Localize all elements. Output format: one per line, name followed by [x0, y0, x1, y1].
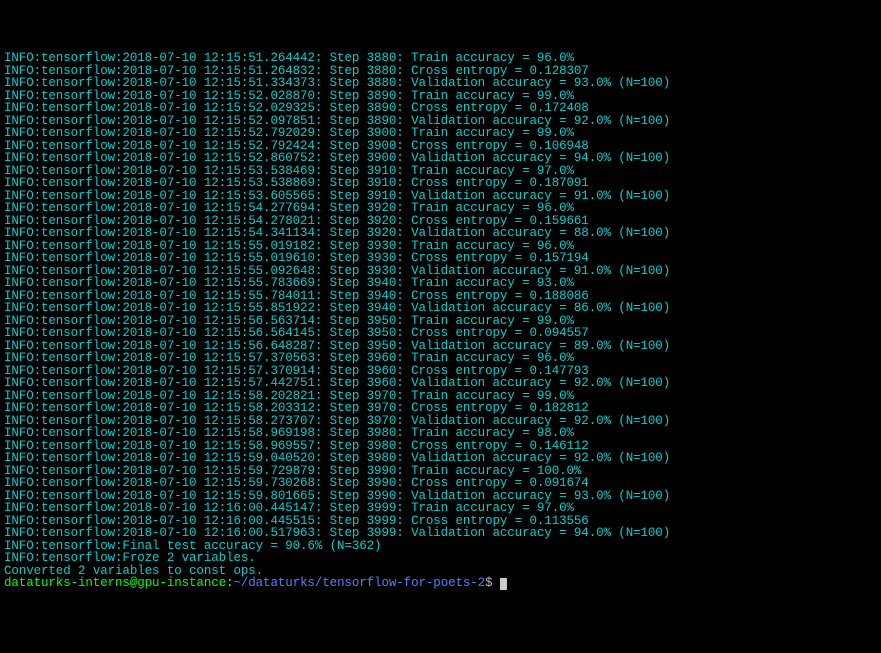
prompt-user-host: dataturks-interns@gpu-instance [4, 576, 226, 590]
prompt-path: ~/dataturks/tensorflow-for-poets-2 [233, 576, 485, 590]
log-line: INFO:tensorflow:2018-07-10 12:15:59.7302… [4, 477, 877, 490]
log-line: INFO:tensorflow:2018-07-10 12:15:57.4427… [4, 377, 877, 390]
cursor [500, 578, 507, 590]
log-line: INFO:tensorflow:2018-07-10 12:15:53.5388… [4, 177, 877, 190]
log-line: INFO:tensorflow:2018-07-10 12:15:55.7836… [4, 277, 877, 290]
log-line: INFO:tensorflow:2018-07-10 12:16:00.4451… [4, 502, 877, 515]
log-line: INFO:tensorflow:2018-07-10 12:15:55.8519… [4, 302, 877, 315]
prompt-colon: : [226, 576, 233, 590]
log-line: INFO:tensorflow:2018-07-10 12:15:57.3705… [4, 352, 877, 365]
log-line: INFO:tensorflow:2018-07-10 12:15:52.7920… [4, 127, 877, 140]
log-line: INFO:tensorflow:2018-07-10 12:15:54.2776… [4, 202, 877, 215]
log-line: INFO:tensorflow:2018-07-10 12:15:54.3411… [4, 227, 877, 240]
terminal-output[interactable]: INFO:tensorflow:2018-07-10 12:15:51.2644… [4, 52, 877, 577]
log-line: INFO:tensorflow:2018-07-10 12:15:51.3343… [4, 77, 877, 90]
prompt-symbol: $ [485, 576, 492, 590]
log-line: INFO:tensorflow:2018-07-10 12:15:55.0196… [4, 252, 877, 265]
log-line: INFO:tensorflow:2018-07-10 12:15:51.2644… [4, 52, 877, 65]
log-line: INFO:tensorflow:2018-07-10 12:15:58.2033… [4, 402, 877, 415]
log-line: INFO:tensorflow:2018-07-10 12:15:52.8607… [4, 152, 877, 165]
log-line: INFO:tensorflow:Froze 2 variables. [4, 552, 877, 565]
log-line: INFO:tensorflow:Final test accuracy = 90… [4, 540, 877, 553]
log-line: INFO:tensorflow:2018-07-10 12:15:58.9691… [4, 427, 877, 440]
log-line: INFO:tensorflow:2018-07-10 12:15:52.0293… [4, 102, 877, 115]
log-line: INFO:tensorflow:2018-07-10 12:15:56.5641… [4, 327, 877, 340]
shell-prompt[interactable]: dataturks-interns@gpu-instance:~/datatur… [4, 577, 877, 590]
log-line: INFO:tensorflow:2018-07-10 12:15:59.0405… [4, 452, 877, 465]
